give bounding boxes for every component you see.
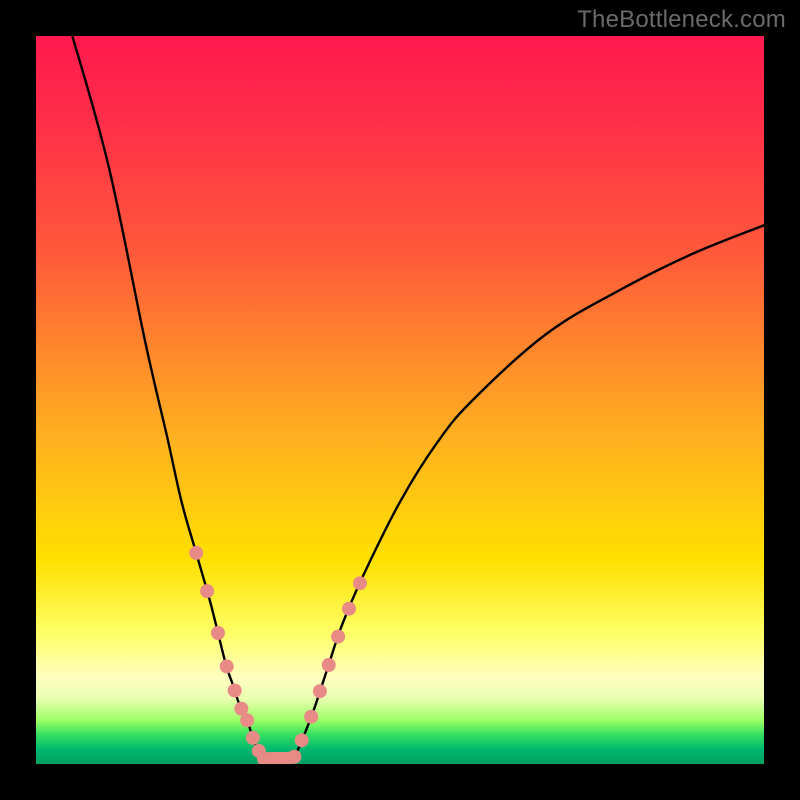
watermark-text: TheBottleneck.com <box>577 6 786 34</box>
marker-dot <box>313 684 327 698</box>
marker-dot <box>189 546 203 560</box>
marker-dot <box>220 659 234 673</box>
marker-dot <box>322 658 336 672</box>
marker-dot <box>295 733 309 747</box>
marker-dot <box>211 626 225 640</box>
marker-dot <box>287 750 301 764</box>
marker-dots <box>189 546 367 764</box>
curve-right <box>291 225 764 764</box>
marker-dot <box>353 576 367 590</box>
marker-dot <box>200 584 214 598</box>
marker-dot <box>246 731 260 745</box>
marker-dot <box>342 602 356 616</box>
marker-dot <box>240 713 254 727</box>
curve-left <box>72 36 269 764</box>
curve-canvas <box>36 36 764 764</box>
plot-area <box>36 36 764 764</box>
chart-frame: TheBottleneck.com <box>0 0 800 800</box>
marker-dot <box>304 710 318 724</box>
marker-dot <box>228 684 242 698</box>
marker-dot <box>331 630 345 644</box>
